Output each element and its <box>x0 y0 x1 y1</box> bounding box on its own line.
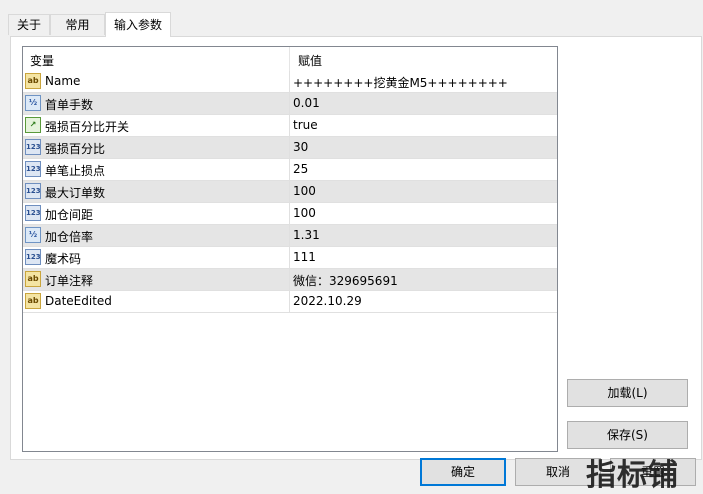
table-row[interactable]: 123 最大订单数 100 <box>23 181 557 203</box>
parameter-name: 强损百分比 <box>45 142 106 156</box>
parameter-name: 最大订单数 <box>45 186 106 200</box>
cell-separator <box>289 225 290 246</box>
table-row[interactable]: 123 单笔止损点 25 <box>23 159 557 181</box>
table-row[interactable]: ½ 首单手数 0.01 <box>23 93 557 115</box>
table-row[interactable]: 123 魔术码 111 <box>23 247 557 269</box>
integer-type-icon: 123 <box>25 161 41 177</box>
watermark-text: 指标铺 <box>586 458 679 493</box>
integer-type-icon: 123 <box>25 183 41 199</box>
parameter-value[interactable]: 111 <box>293 250 316 264</box>
parameter-name: 加仓倍率 <box>45 230 94 244</box>
load-button[interactable]: 加载(L) <box>567 379 688 407</box>
table-row[interactable]: ½ 加仓倍率 1.31 <box>23 225 557 247</box>
table-row[interactable]: 123 强损百分比 30 <box>23 137 557 159</box>
decimal-type-icon: ½ <box>25 227 41 243</box>
table-row[interactable]: ab DateEdited 2022.10.29 <box>23 291 557 313</box>
text-type-icon: ab <box>25 73 41 89</box>
column-header-variable[interactable]: 变量 <box>30 52 54 69</box>
cell-separator <box>289 247 290 268</box>
cell-separator <box>289 181 290 202</box>
cell-separator <box>289 71 290 92</box>
integer-type-icon: 123 <box>25 249 41 265</box>
text-type-icon: ab <box>25 271 41 287</box>
tab-inputs[interactable]: 输入参数 <box>105 12 171 37</box>
cell-separator <box>289 115 290 136</box>
parameter-value[interactable]: 25 <box>293 162 308 176</box>
column-header-value[interactable]: 赋值 <box>298 52 322 69</box>
boolean-switch-icon: ↗ <box>25 117 41 133</box>
integer-type-icon: 123 <box>25 205 41 221</box>
table-row[interactable]: ab Name ++++++++挖黄金M5++++++++ <box>23 71 557 93</box>
cell-separator <box>289 93 290 114</box>
cell-separator <box>289 137 290 158</box>
parameter-name: 订单注释 <box>45 274 94 288</box>
cell-separator <box>289 159 290 180</box>
integer-type-icon: 123 <box>25 139 41 155</box>
tab-about[interactable]: 关于 <box>8 14 50 35</box>
parameter-name: 首单手数 <box>45 98 94 112</box>
column-separator[interactable] <box>289 47 290 71</box>
parameter-name: 强损百分比开关 <box>45 120 130 134</box>
cell-separator <box>289 291 290 312</box>
parameters-grid: 变量 赋值 ab Name ++++++++挖黄金M5++++++++ ½ 首单手数 0.… <box>22 46 558 452</box>
parameter-value[interactable]: 1.31 <box>293 228 320 242</box>
parameter-name: 魔术码 <box>45 252 82 266</box>
parameter-value[interactable]: 100 <box>293 206 316 220</box>
table-row[interactable]: ab 订单注释 微信：329695691 <box>23 269 557 291</box>
parameter-value[interactable]: 微信：329695691 <box>293 272 398 289</box>
text-type-icon: ab <box>25 293 41 309</box>
cell-separator <box>289 203 290 224</box>
parameter-name: Name <box>45 74 81 88</box>
save-button[interactable]: 保存(S) <box>567 421 688 449</box>
parameter-value[interactable]: true <box>293 118 318 132</box>
tab-common[interactable]: 常用 <box>50 14 105 35</box>
parameter-value[interactable]: ++++++++挖黄金M5++++++++ <box>293 74 508 91</box>
grid-rows: ab Name ++++++++挖黄金M5++++++++ ½ 首单手数 0.01 ↗ 强损百… <box>23 71 557 313</box>
grid-header: 变量 赋值 <box>23 47 557 71</box>
table-row[interactable]: 123 加仓间距 100 <box>23 203 557 225</box>
table-row[interactable]: ↗ 强损百分比开关 true <box>23 115 557 137</box>
decimal-type-icon: ½ <box>25 95 41 111</box>
parameter-name: 加仓间距 <box>45 208 94 222</box>
parameter-value[interactable]: 0.01 <box>293 96 320 110</box>
parameter-value[interactable]: 100 <box>293 184 316 198</box>
parameter-value[interactable]: 30 <box>293 140 308 154</box>
parameter-value[interactable]: 2022.10.29 <box>293 294 362 308</box>
parameter-name: 单笔止损点 <box>45 164 106 178</box>
parameter-name: DateEdited <box>45 294 112 308</box>
ok-button[interactable]: 确定 <box>420 458 506 486</box>
cell-separator <box>289 269 290 290</box>
